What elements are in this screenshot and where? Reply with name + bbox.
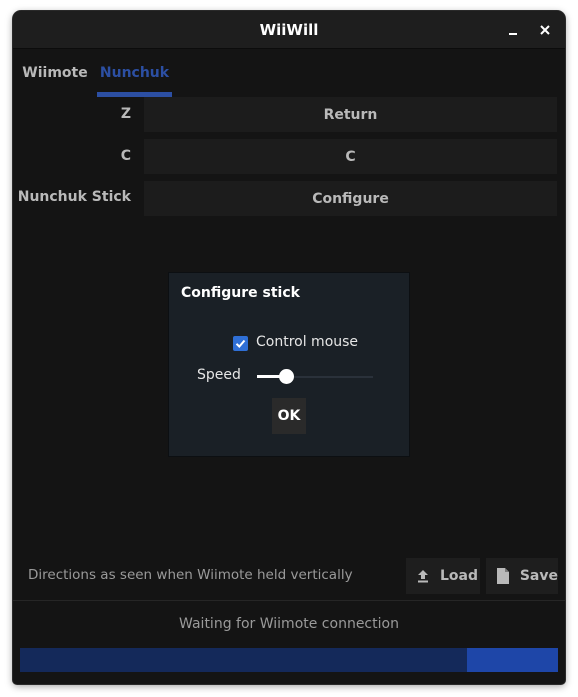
dialog-title: Configure stick (181, 285, 300, 301)
mapping-label-c: C (120, 148, 131, 164)
configure-stick-button[interactable]: Configure (144, 181, 557, 216)
save-label: Save (519, 568, 558, 584)
mapping-label-z: Z (120, 106, 131, 122)
connection-progress-bar (20, 648, 558, 672)
control-mouse-label[interactable]: Control mouse (256, 334, 358, 350)
tab-nunchuk[interactable]: Nunchuk (97, 49, 172, 97)
mapping-button-z[interactable]: Return (144, 97, 557, 132)
tab-wiimote[interactable]: Wiimote (19, 49, 91, 97)
minimize-icon (509, 33, 517, 35)
connection-status: Waiting for Wiimote connection (179, 616, 399, 632)
speed-slider-handle[interactable] (278, 369, 294, 384)
save-button[interactable]: Save (486, 558, 558, 594)
title-bar[interactable]: WiiWill (13, 11, 565, 49)
file-icon (495, 568, 511, 584)
checkmark-icon (235, 339, 246, 348)
control-mouse-checkbox[interactable] (233, 336, 248, 351)
configure-stick-dialog: Configure stick Control mouse Speed OK (169, 273, 409, 456)
orientation-hint: Directions as seen when Wiimote held ver… (28, 567, 353, 583)
footer-divider (13, 600, 565, 601)
load-label: Load (440, 568, 479, 584)
mapping-label-stick: Nunchuk Stick (17, 189, 131, 205)
tab-bar: Wiimote Nunchuk (13, 49, 565, 97)
ok-button[interactable]: OK (272, 398, 306, 434)
mapping-button-c[interactable]: C (144, 139, 557, 174)
speed-label: Speed (197, 367, 241, 383)
upload-icon (415, 568, 431, 584)
app-window: WiiWill Wiimote Nunchuk Z Return C C Nun… (13, 11, 565, 684)
minimize-button[interactable] (501, 18, 525, 42)
window-title: WiiWill (259, 21, 319, 39)
close-button[interactable] (533, 18, 557, 42)
progress-indicator (466, 648, 558, 672)
load-button[interactable]: Load (406, 558, 480, 594)
close-icon (540, 25, 550, 35)
